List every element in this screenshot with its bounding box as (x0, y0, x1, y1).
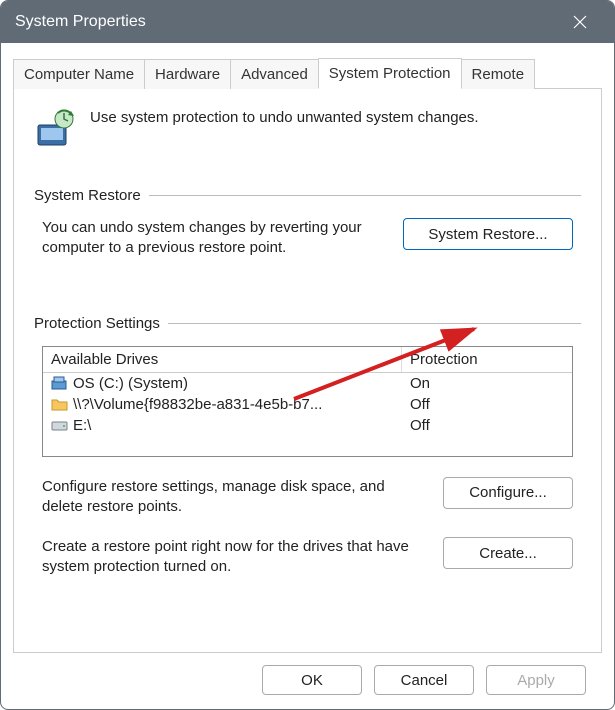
system-restore-group: System Restore You can undo system chang… (34, 187, 581, 259)
tab-bar: Computer NameHardwareAdvancedSystem Prot… (13, 57, 602, 89)
table-row[interactable]: E:\ Off (43, 415, 572, 436)
table-row[interactable]: \\?\Volume{f98832be-a831-4e5b-b7... Off (43, 394, 572, 415)
window-title: System Properties (15, 13, 560, 31)
intro-text: Use system protection to undo unwanted s… (90, 107, 479, 126)
tab-advanced[interactable]: Advanced (230, 59, 319, 89)
apply-button[interactable]: Apply (486, 665, 586, 695)
drives-header: Available Drives Protection (43, 347, 572, 373)
create-button[interactable]: Create... (443, 537, 573, 569)
table-row[interactable]: OS (C:) (System) On (43, 373, 572, 394)
create-description: Create a restore point right now for the… (42, 537, 427, 578)
drive-name: E:\ (73, 417, 91, 434)
cancel-button[interactable]: Cancel (374, 665, 474, 695)
divider (168, 323, 581, 324)
protection-settings-group: Protection Settings Available Drives Pro… (34, 315, 581, 578)
group-title-restore-label: System Restore (34, 187, 141, 204)
group-title-settings: Protection Settings (34, 315, 581, 332)
ok-button[interactable]: OK (262, 665, 362, 695)
restore-row: You can undo system changes by reverting… (42, 218, 573, 259)
folder-icon (51, 396, 69, 412)
drive-protection: On (402, 373, 572, 394)
header-protection: Protection (402, 347, 572, 372)
dialog-footer: OK Cancel Apply (13, 653, 602, 709)
create-row: Create a restore point right now for the… (42, 537, 573, 578)
tab-hardware[interactable]: Hardware (144, 59, 231, 89)
close-icon (573, 15, 587, 29)
system-protection-icon (34, 107, 78, 151)
restore-description: You can undo system changes by reverting… (42, 218, 387, 259)
drive-icon (51, 417, 69, 433)
intro-row: Use system protection to undo unwanted s… (34, 107, 581, 151)
tab-remote[interactable]: Remote (461, 59, 536, 89)
configure-row: Configure restore settings, manage disk … (42, 477, 573, 518)
drive-name: OS (C:) (System) (73, 375, 188, 392)
tab-system-protection[interactable]: System Protection (318, 58, 462, 89)
drive-name: \\?\Volume{f98832be-a831-4e5b-b7... (73, 396, 322, 413)
system-properties-window: System Properties Computer NameHardwareA… (0, 0, 615, 710)
tab-computer-name[interactable]: Computer Name (13, 59, 145, 89)
group-title-settings-label: Protection Settings (34, 315, 160, 332)
close-button[interactable] (560, 1, 600, 43)
configure-button[interactable]: Configure... (443, 477, 573, 509)
system-protection-panel: Use system protection to undo unwanted s… (13, 89, 602, 653)
system-restore-button[interactable]: System Restore... (403, 218, 573, 250)
configure-description: Configure restore settings, manage disk … (42, 477, 427, 518)
drive-protection: Off (402, 415, 572, 436)
content-area: Computer NameHardwareAdvancedSystem Prot… (1, 43, 614, 709)
drive-protection: Off (402, 394, 572, 415)
titlebar: System Properties (1, 1, 614, 43)
header-available-drives: Available Drives (43, 347, 402, 372)
drives-table: Available Drives Protection OS (C:) (Sys… (42, 346, 573, 457)
divider (149, 195, 581, 196)
group-title-restore: System Restore (34, 187, 581, 204)
os-drive-icon (51, 375, 69, 391)
